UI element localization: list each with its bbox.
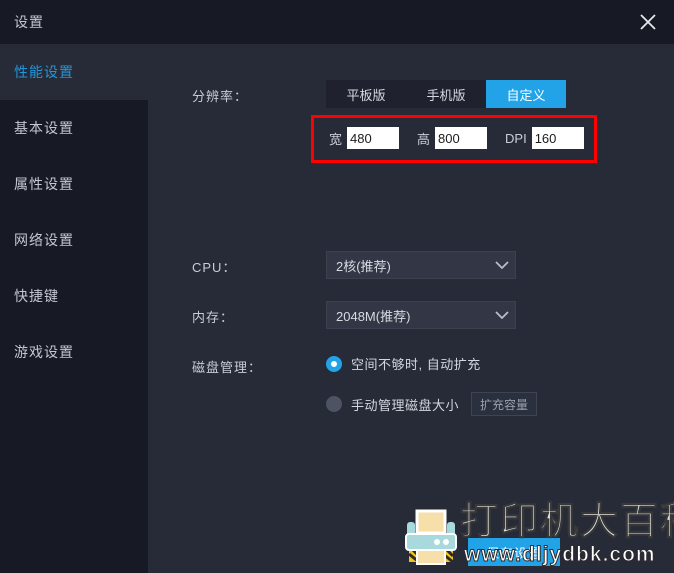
radio-auto-expand[interactable] [326, 355, 342, 372]
disk-option-auto-label: 空间不够时, 自动扩充 [351, 357, 481, 372]
tab-phone[interactable]: 手机版 [406, 80, 486, 108]
sidebar-item-game[interactable]: 游戏设置 [0, 324, 148, 380]
sidebar-item-performance[interactable]: 性能设置 [0, 44, 148, 100]
resolution-fields: 宽 高 DPI [329, 127, 584, 149]
dpi-label: DPI [505, 130, 527, 146]
width-label: 宽 [329, 131, 343, 147]
cpu-select-value: 2核(推荐) [336, 258, 391, 274]
memory-label: 内存： [192, 310, 235, 325]
width-input[interactable] [347, 127, 400, 149]
chevron-down-icon [489, 260, 515, 270]
radio-dot [331, 401, 337, 407]
tab-custom[interactable]: 自定义 [486, 80, 566, 108]
sidebar-item-label: 性能设置 [14, 64, 74, 80]
save-settings-button[interactable]: 保存设置 [468, 538, 560, 566]
sidebar-item-shortcuts[interactable]: 快捷键 [0, 268, 148, 324]
sidebar-item-label: 游戏设置 [14, 344, 74, 360]
sidebar-item-label: 基本设置 [14, 120, 74, 136]
page-title: 设置 [14, 14, 44, 30]
settings-window: 设置 性能设置 基本设置 属性设置 网络设置 快捷键 游戏设置 分辨率： 平板版… [0, 0, 674, 573]
radio-manual-manage[interactable] [326, 396, 342, 412]
sidebar-item-basic[interactable]: 基本设置 [0, 100, 148, 156]
cpu-select[interactable]: 2核(推荐) [326, 251, 516, 279]
cpu-label: CPU： [192, 260, 237, 275]
disk-option-auto[interactable]: 空间不够时, 自动扩充 [326, 354, 481, 373]
memory-select-value: 2048M(推荐) [336, 308, 411, 324]
sidebar-item-label: 属性设置 [14, 176, 74, 192]
sidebar-item-label: 快捷键 [14, 288, 59, 304]
sidebar: 性能设置 基本设置 属性设置 网络设置 快捷键 游戏设置 [0, 44, 148, 573]
sidebar-item-network[interactable]: 网络设置 [0, 212, 148, 268]
disk-management-label: 磁盘管理： [192, 360, 263, 375]
title-bar: 设置 [0, 0, 674, 44]
close-icon[interactable] [628, 4, 668, 40]
disk-option-manual-label: 手动管理磁盘大小 [351, 397, 460, 413]
memory-select[interactable]: 2048M(推荐) [326, 301, 516, 329]
resolution-preset-tabs: 平板版 手机版 自定义 [326, 80, 566, 108]
sidebar-item-label: 网络设置 [14, 232, 74, 248]
height-label: 高 [417, 131, 431, 147]
expand-capacity-button[interactable]: 扩充容量 [471, 392, 538, 416]
tab-tablet[interactable]: 平板版 [326, 80, 406, 108]
height-input[interactable] [435, 127, 488, 149]
dpi-input[interactable] [531, 127, 584, 149]
settings-panel: 分辨率： 平板版 手机版 自定义 宽 高 DPI CPU： 2核(推荐) [148, 44, 674, 573]
chevron-down-icon [489, 310, 515, 320]
disk-option-manual[interactable]: 手动管理磁盘大小 扩充容量 [326, 392, 538, 416]
sidebar-item-properties[interactable]: 属性设置 [0, 156, 148, 212]
radio-dot [331, 360, 337, 367]
resolution-label: 分辨率： [192, 89, 249, 104]
